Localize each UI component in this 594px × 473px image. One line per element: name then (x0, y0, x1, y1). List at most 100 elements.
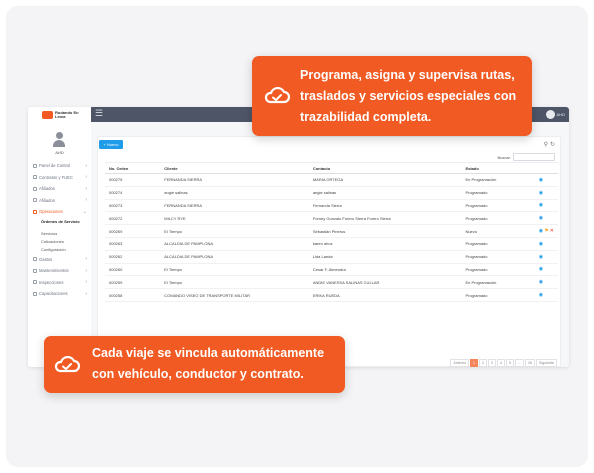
cell-estado: En Programación (461, 173, 535, 187)
app-window: Rodando En Línea AHD Panel de Control › C… (28, 107, 569, 367)
view-icon[interactable]: ◉ (539, 228, 543, 234)
user-menu[interactable]: AHD (545, 110, 565, 119)
cell-orden: 000269 (105, 224, 161, 238)
cell-contacto: Cesar F. Almendra (308, 263, 462, 277)
pager-next[interactable]: Siguiente (536, 359, 557, 367)
delete-icon[interactable]: ✕ (550, 228, 554, 234)
cell-contacto: MARIA ORTEGA (308, 173, 462, 187)
avatar[interactable] (52, 132, 66, 148)
cell-cliente: FERNANDA SIERRA (160, 199, 309, 213)
view-icon[interactable]: ◉ (539, 292, 543, 298)
search-input[interactable] (513, 153, 555, 161)
cell-orden: 000263 (105, 237, 161, 251)
sidebar-item-label: Mantenimientos (39, 268, 69, 274)
cell-estado: Programado (461, 199, 535, 213)
sidebar-subitem-cotizaciones[interactable]: Cotizaciones (28, 238, 91, 246)
table-row[interactable]: 000269 El Tiempo Sebastián Pinerus Nuevo ◉ ⚑… (105, 224, 558, 238)
sidebar-item-vehiculos[interactable]: Afiliados › (28, 195, 91, 207)
col-header-estado[interactable]: Estado (461, 162, 535, 174)
table-row[interactable]: 000259 El Tiempo ANDIE VANESSA SALINAS CUL… (105, 275, 558, 290)
view-icon[interactable]: ◉ (539, 177, 543, 183)
cloud-check-icon (264, 87, 291, 104)
pager-page[interactable]: 2 (479, 359, 487, 367)
sidebar-item-label: Afiliados (39, 197, 55, 203)
pager-page[interactable]: 3 (488, 359, 496, 367)
cell-cliente: ALCALDIA DE PAMPLONA (160, 250, 309, 264)
operations-icon (33, 209, 37, 214)
sidebar-item-gastos[interactable]: Gastos › (28, 254, 91, 266)
document-icon (33, 175, 37, 180)
view-icon[interactable]: ◉ (539, 266, 543, 272)
cell-cliente: MILCY RYE (160, 211, 309, 226)
table-row[interactable]: 000273 FERNANDA SIERRA Fernanda Sierra Prog… (105, 199, 558, 213)
refresh-icon[interactable]: ↻ (550, 142, 557, 148)
table-row[interactable]: 000275 FERNANDA SIERRA MARIA ORTEGA En Prog… (105, 173, 558, 187)
avatar-head-icon (55, 132, 63, 139)
view-icon[interactable]: ◉ (539, 254, 543, 260)
sidebar: Rodando En Línea AHD Panel de Control › C… (28, 107, 92, 367)
cell-contacto: karen ahoz (308, 237, 462, 251)
cell-cliente: El Tiempo (160, 224, 309, 238)
training-icon (33, 291, 37, 296)
logo-mark-icon (42, 111, 53, 119)
sidebar-item-contratos[interactable]: Contratos y FUEC › (28, 172, 91, 184)
pager-page[interactable]: 4 (497, 359, 505, 367)
checklist-icon (33, 280, 37, 285)
cell-cliente: El Tiempo (160, 263, 309, 277)
cell-actions: ◉ (534, 199, 558, 213)
pager-page-current[interactable]: 1 (470, 359, 478, 367)
logo[interactable]: Rodando En Línea (42, 111, 79, 119)
pager-prev[interactable]: Anterior (450, 359, 469, 367)
view-icon[interactable]: ◉ (539, 215, 543, 221)
wrench-icon (33, 268, 37, 273)
cell-actions: ◉ (534, 186, 558, 200)
pager-page[interactable]: 5 (506, 359, 514, 367)
view-icon[interactable]: ◉ (539, 241, 543, 247)
view-icon[interactable]: ◉ (539, 202, 543, 208)
sidebar-item-panel[interactable]: Panel de Control › (28, 160, 91, 172)
sidebar-item-inspecciones[interactable]: Inspecciones › (28, 277, 91, 289)
sidebar-item-mantenimientos[interactable]: Mantenimientos › (28, 265, 91, 277)
cell-actions: ◉ (534, 275, 558, 290)
avatar-body-icon (53, 140, 65, 147)
dashboard-icon (33, 163, 37, 168)
sidebar-subitem-servicios[interactable]: Servicios (28, 230, 91, 238)
cell-contacto: Sebastián Pinerus (308, 224, 462, 238)
logo-text: Rodando En Línea (55, 110, 79, 119)
cell-estado: En Programación (461, 275, 535, 290)
col-header-orden[interactable]: No. Orden (105, 162, 161, 174)
hamburger-menu-icon[interactable]: ☰ (95, 108, 103, 119)
cell-contacto: Fernanda Sierra (308, 199, 462, 213)
view-icon[interactable]: ◉ (539, 190, 543, 196)
cell-cliente: El Tiempo (160, 275, 309, 290)
cell-actions: ◉ (534, 173, 558, 187)
chevron-right-icon: › (85, 197, 87, 204)
assign-icon[interactable]: ⚑ (544, 228, 548, 234)
table-row[interactable]: 000274 angie salinas angie salinas Programa… (105, 186, 558, 200)
table-row[interactable]: 000272 MILCY RYE Forney Gonzalo Forero Sie… (105, 211, 558, 226)
chevron-right-icon: › (85, 256, 87, 263)
pager-page-last[interactable]: 26 (525, 359, 535, 367)
sidebar-subitem-configuracion[interactable]: Configuración (28, 246, 91, 254)
table-row[interactable]: 000263 ALCALDIA DE PAMPLONA karen ahoz Prog… (105, 237, 558, 251)
col-header-cliente[interactable]: Cliente (160, 162, 309, 174)
username[interactable]: AHD (28, 150, 91, 155)
new-order-button[interactable]: + Nuevo (99, 140, 123, 149)
sidebar-subitem-ordenes[interactable]: Órdenes de Servicio (28, 218, 91, 230)
col-header-contacto[interactable]: Contacto (308, 162, 462, 174)
cell-orden: 000275 (105, 173, 161, 187)
sidebar-item-operaciones[interactable]: Operaciones ⌄ (28, 206, 91, 218)
table-row[interactable]: 000260 El Tiempo Cesar F. Almendra Programa… (105, 263, 558, 277)
cell-actions: ◉ (534, 250, 558, 264)
table-row[interactable]: 000258 COMANDO VISEO DE TRANSPORTE MILITA… (105, 288, 558, 302)
sidebar-item-afiliados[interactable]: Afiliados › (28, 183, 91, 195)
cell-estado: Programado (461, 186, 535, 200)
cell-estado: Programado (461, 211, 535, 226)
cell-contacto: ERIKA RUEDA (308, 288, 462, 302)
sidebar-item-capacitaciones[interactable]: Capacitaciones › (28, 288, 91, 300)
view-icon[interactable]: ◉ (539, 279, 543, 285)
cell-actions: ◉ ⚑ ✕ (534, 224, 558, 238)
table-row[interactable]: 000262 ALCALDIA DE PAMPLONA Lida Landa Prog… (105, 250, 558, 264)
chevron-right-icon: › (85, 279, 87, 286)
chevron-right-icon: › (85, 267, 87, 274)
